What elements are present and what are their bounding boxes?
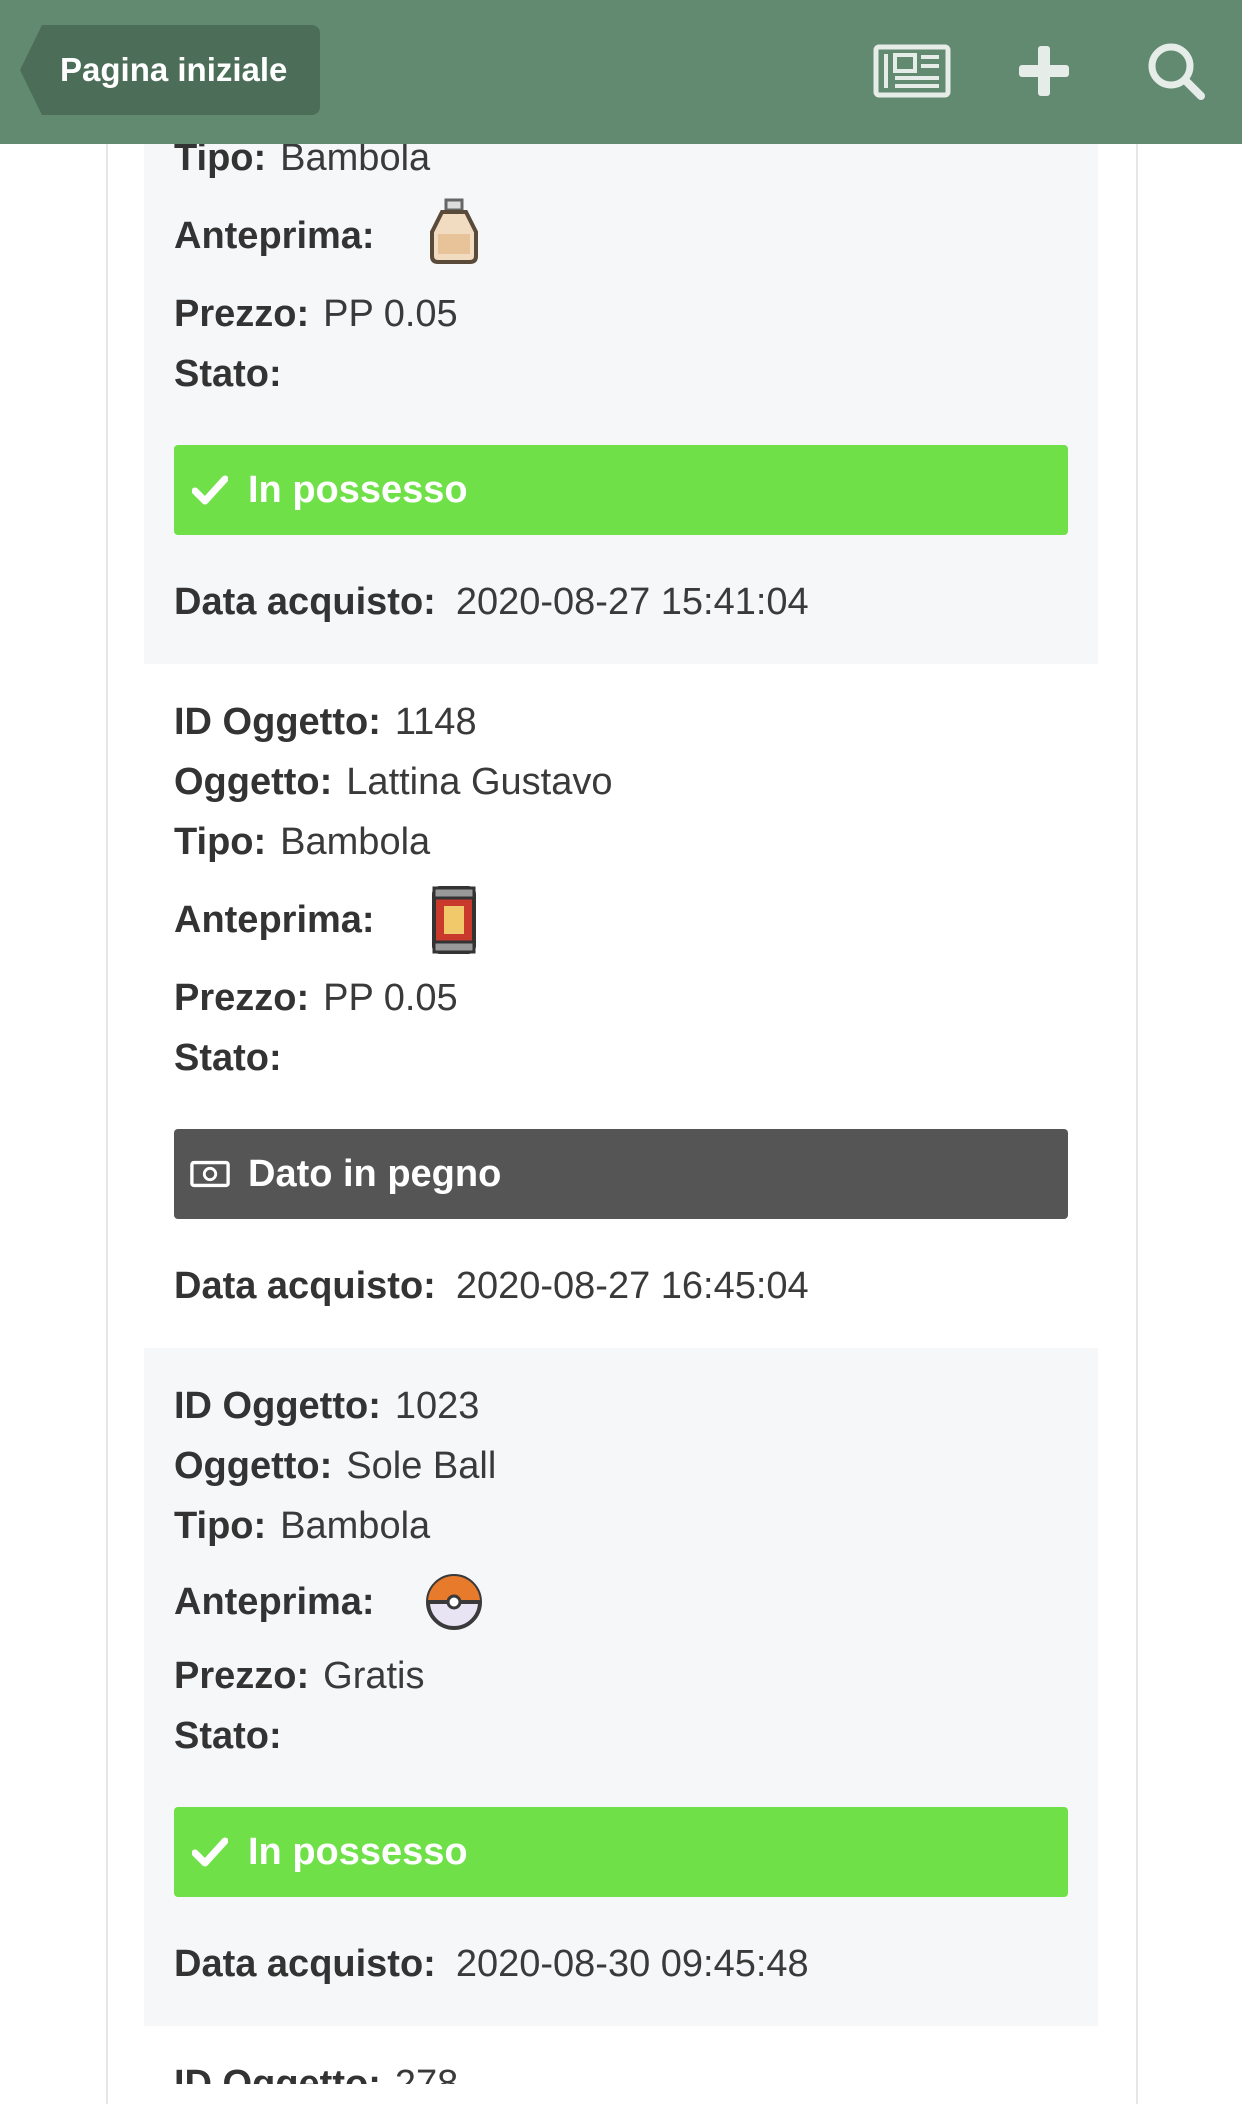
state-row: Stato: <box>174 1715 282 1757</box>
state-row: Stato: <box>174 353 282 395</box>
list-item: ID Oggetto: 1023 Oggetto: Sole Ball Tipo: B… <box>144 1348 1098 2026</box>
home-button[interactable]: Pagina iniziale <box>20 25 320 115</box>
price-row: Prezzo: PP 0.05 <box>174 977 458 1019</box>
id-row: ID Oggetto: 1148 <box>174 701 477 743</box>
status-badge: In possesso <box>174 445 1068 535</box>
check-icon <box>190 470 230 510</box>
object-row: Oggetto: Sole Ball <box>174 1445 497 1487</box>
money-bill-icon <box>190 1154 230 1194</box>
preview-row: Anteprima: <box>174 215 375 257</box>
top-app-bar: Pagina iniziale <box>0 0 1242 144</box>
purchase-date-row: Data acquisto: 2020-08-27 15:41:04 <box>174 581 809 623</box>
object-row: Oggetto: Lattina Gustavo <box>174 761 613 803</box>
purchase-date-row: Data acquisto: 2020-08-30 09:45:48 <box>174 1943 809 1985</box>
bottle-sprite <box>430 198 478 264</box>
id-row: ID Oggetto: 278 <box>174 2063 459 2084</box>
can-sprite <box>432 886 476 954</box>
status-badge: Dato in pegno <box>174 1129 1068 1219</box>
status-badge: In possesso <box>174 1807 1068 1897</box>
ball-sprite <box>426 1574 482 1630</box>
state-row: Stato: <box>174 1037 282 1079</box>
preview-row: Anteprima: <box>174 1581 375 1623</box>
plus-icon[interactable] <box>1004 36 1084 106</box>
id-row: ID Oggetto: 1023 <box>174 1385 480 1427</box>
type-row: Tipo: Bambola <box>174 1505 431 1547</box>
newspaper-icon[interactable] <box>872 36 952 106</box>
search-icon[interactable] <box>1136 36 1216 106</box>
type-row: Tipo: Bambola <box>174 821 431 863</box>
price-row: Prezzo: Gratis <box>174 1655 425 1697</box>
list-item: ID Oggetto: 1148 Oggetto: Lattina Gustavo … <box>144 664 1098 1348</box>
list-item: Tipo: Bambola Anteprima: Prezzo: PP 0.05 S… <box>144 130 1098 664</box>
preview-row: Anteprima: <box>174 899 375 941</box>
price-row: Prezzo: PP 0.05 <box>174 293 458 335</box>
list-item: ID Oggetto: 278 <box>144 2026 1098 2084</box>
purchase-date-row: Data acquisto: 2020-08-27 16:45:04 <box>174 1265 809 1307</box>
check-icon <box>190 1832 230 1872</box>
